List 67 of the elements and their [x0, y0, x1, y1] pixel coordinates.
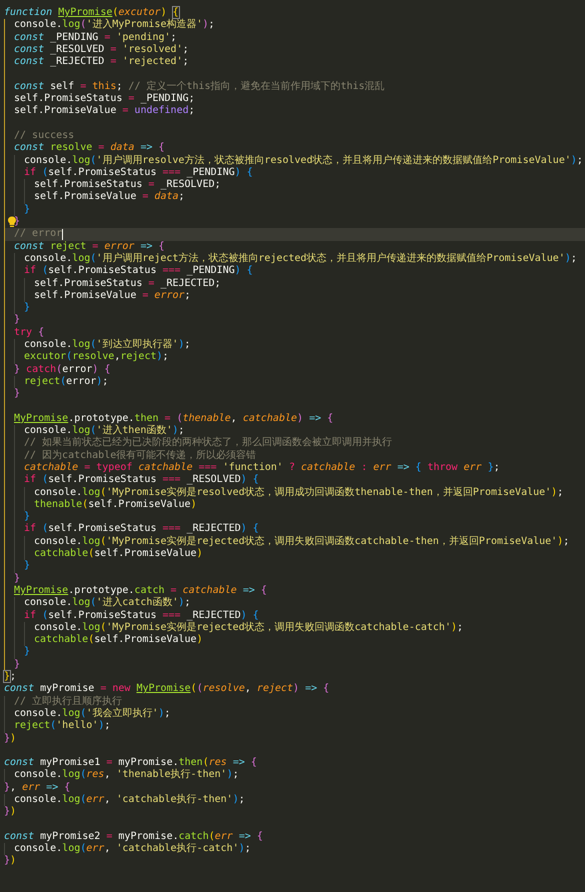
code-line: const myPromise = new MyPromise((resolve, reject) => { [4, 683, 330, 696]
code-line: console.log('进入then函数'); [24, 425, 184, 436]
code-line: reject(error); [24, 376, 108, 388]
code-line: MyPromise.prototype.catch = catchable => { [14, 584, 267, 596]
code-line: } [14, 388, 20, 400]
code-line: console.log('进入MyPromise构造器'); [14, 19, 215, 32]
code-line: }) [4, 732, 16, 745]
code-line: } [24, 560, 30, 573]
code-line: self.PromiseValue = undefined; [14, 105, 195, 118]
code-line: // 立即执行且顺序执行 [14, 696, 122, 708]
code-line: if (self.PromiseStatus === _RESOLVED) { [24, 474, 259, 486]
code-line: console.log('MyPromise实例是rejected状态，调用失败回调函数catchable-catch'); [34, 622, 464, 634]
code-line: }, err => { [4, 782, 70, 794]
code-line: const self = this; // 定义一个this指向，避免在当前作用域下的this混乱 [14, 80, 385, 93]
code-line: self.PromiseValue = error; [34, 290, 191, 302]
code-line: const _REJECTED = 'rejected'; [14, 56, 189, 68]
code-line: if (self.PromiseStatus === _PENDING) { [24, 166, 253, 179]
code-line: console.log('用户调用resolve方法，状态被推向resolved状态，并且将用户传递进来的数据赋值给PromiseValue'); [24, 154, 583, 167]
code-line: catchable(self.PromiseValue) [34, 634, 203, 646]
code-line: console.log('MyPromise实例是rejected状态，调用失败回调函数catchable-then，并返回PromiseValue'); [34, 536, 570, 548]
code-line: console.log(err, 'catchable执行-then'); [14, 794, 245, 806]
code-line: console.log('MyPromise实例是resolved状态，调用成功回调函数thenable-then，并返回PromiseValue'); [34, 486, 564, 499]
code-line: } [24, 302, 30, 314]
code-line: console.log('到达立即执行器'); [24, 339, 190, 351]
code-line: if (self.PromiseStatus === _REJECTED) { [24, 523, 259, 536]
code-line: const myPromise2 = myPromise.catch(err => { [4, 830, 263, 842]
code-line: } [14, 216, 20, 228]
code-line: console.log('用户调用reject方法，状态被推向rejected状态，并且将用户传递进来的数据赋值给PromiseValue'); [24, 252, 577, 265]
code-line: self.PromiseStatus = _REJECTED; [34, 278, 221, 290]
code-line: // success [14, 130, 74, 142]
code-line: console.log('我会立即执行'); [14, 708, 170, 720]
code-line: self.PromiseValue = data; [34, 191, 185, 204]
code-line: const myPromise1 = myPromise.then(res => { [4, 757, 257, 768]
code-line: reject('hello'); [14, 720, 110, 733]
code-line: if (self.PromiseStatus === _REJECTED) { [24, 610, 259, 622]
code-line: const reject = error => { [14, 240, 165, 252]
code-line: const _PENDING = 'pending'; [14, 32, 177, 44]
code-line: }) [4, 806, 16, 819]
code-line: try { [14, 326, 44, 339]
code-line: } catch(error) { [14, 364, 110, 376]
code-line: } [14, 572, 20, 585]
code-line: } [14, 658, 20, 672]
code-line: } [14, 314, 20, 327]
code-line: // 如果当前状态已经为已决阶段的两种状态了，那么回调函数会被立即调用并执行 [24, 437, 392, 450]
code-line: if (self.PromiseStatus === _PENDING) { [24, 265, 253, 278]
text-cursor [62, 229, 64, 240]
code-line: const _RESOLVED = 'resolved'; [14, 44, 189, 56]
code-line: function MyPromise(excutor) { [4, 7, 179, 18]
code-line: const resolve = data => { [14, 142, 165, 154]
code-line: // error [14, 228, 62, 241]
code-line: catchable(self.PromiseValue) [34, 548, 203, 560]
code-line: self.PromiseStatus = _PENDING; [14, 93, 195, 105]
code-line: MyPromise.prototype.then = (thenable, catchable) => { [14, 412, 334, 424]
code-line: excutor(resolve,reject); [24, 351, 169, 364]
code-line: console.log(res, 'thenable执行-then'); [14, 769, 239, 782]
code-line: // 因为catchable很有可能不传递，所以必须容错 [24, 450, 256, 462]
code-line: }; [4, 671, 16, 684]
code-line: } [24, 204, 30, 216]
code-line: catchable = typeof catchable === 'function' ? catchable : err => { throw err }; [24, 462, 500, 474]
lightbulb-icon[interactable] [7, 216, 17, 228]
code-line: console.log(err, 'catchable执行-catch'); [14, 843, 251, 856]
code-line: self.PromiseStatus = _RESOLVED; [34, 179, 221, 191]
code-line: console.log('进入catch函数'); [24, 597, 190, 610]
code-line: } [24, 511, 30, 523]
code-line: thenable(self.PromiseValue) [34, 498, 197, 512]
code-line: }) [4, 855, 16, 868]
code-line: } [24, 646, 30, 659]
